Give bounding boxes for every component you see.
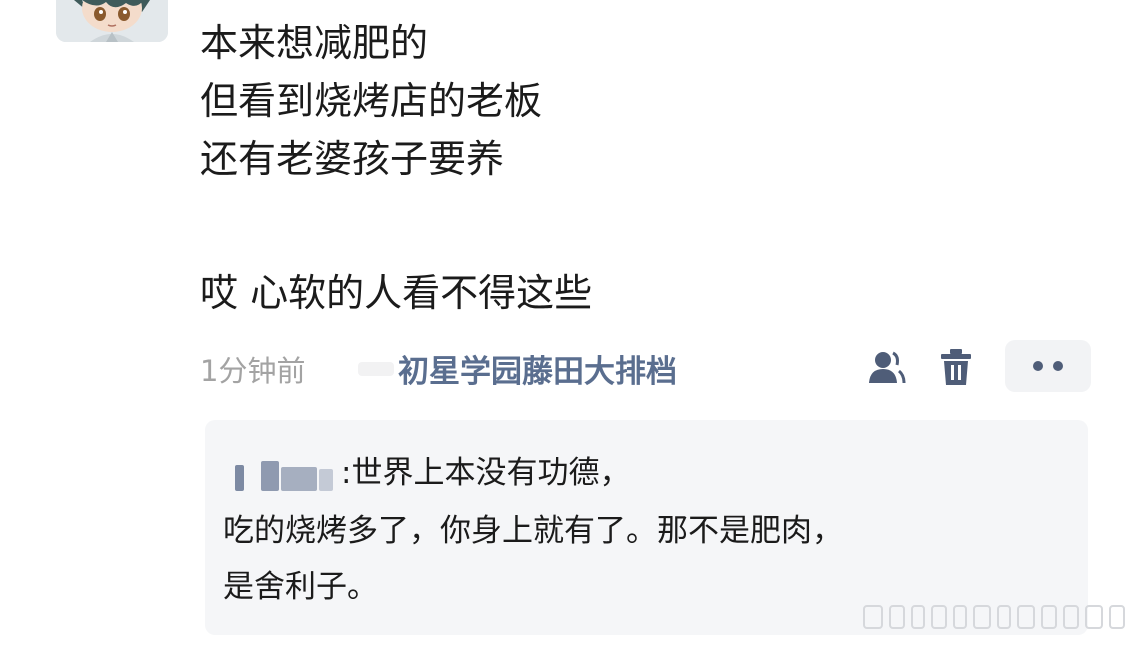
post-meta: 1分钟前 初星学园藤田大排档: [200, 340, 1091, 396]
more-dots-icon: [1033, 361, 1063, 371]
post-line: 但看到烧烤店的老板: [200, 79, 543, 123]
post-content: 本来想减肥的 但看到烧烤店的老板 还有老婆孩子要养 哎 心软的人看不得这些: [200, 14, 1080, 322]
redacted-username: [223, 457, 341, 493]
profile-button[interactable]: [864, 344, 908, 390]
source-link[interactable]: 初星学园藤田大排档: [398, 346, 677, 391]
avatar[interactable]: [56, 0, 168, 42]
redacted-chip: [358, 362, 394, 376]
reply-first-line: :世界上本没有功德，: [223, 450, 630, 496]
delete-button[interactable]: [934, 344, 978, 390]
trash-icon: [941, 349, 971, 385]
avatar-image: [56, 0, 168, 42]
reply-text: 是舍利子。: [223, 569, 378, 605]
more-button[interactable]: [1005, 340, 1091, 392]
post-line: 还有老婆孩子要养: [200, 137, 505, 181]
comment-page: 本来想减肥的 但看到烧烤店的老板 还有老婆孩子要养 哎 心软的人看不得这些 1分…: [0, 0, 1131, 649]
post-line: 本来想减肥的: [200, 21, 429, 65]
reply-text: 世界上本没有功德，: [351, 455, 631, 491]
post-line: 哎 心软的人看不得这些: [200, 271, 593, 315]
reply-separator: :: [341, 455, 352, 491]
timestamp: 1分钟前: [200, 354, 306, 388]
watermark-logo: [863, 605, 1125, 629]
person-icon: [869, 351, 906, 384]
reply-text: 吃的烧烤多了，你身上就有了。那不是肥肉，: [223, 513, 843, 549]
